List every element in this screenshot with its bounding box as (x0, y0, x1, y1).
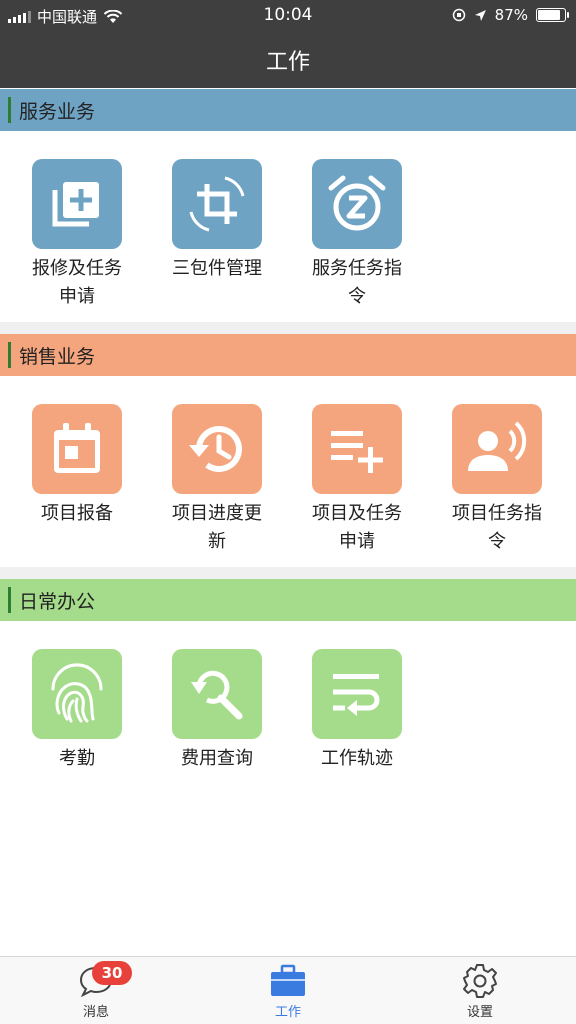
tab-label: 工作 (274, 1005, 301, 1020)
section-accent-bar (8, 342, 11, 368)
tile-project-task-request[interactable]: 项目及任务 申请 (297, 404, 417, 556)
tile-label: 项目进度更新 (172, 503, 262, 552)
battery-percent: 87% (494, 6, 528, 24)
section-accent-bar (8, 587, 11, 613)
section-accent-bar (8, 97, 11, 123)
tile-warranty-parts-management[interactable]: 三包件管理 (157, 159, 277, 283)
alarm-snooze-icon (312, 159, 402, 249)
tile-label: 三包件管理 (172, 258, 262, 279)
history-icon (172, 404, 262, 494)
crop-rotate-icon (172, 159, 262, 249)
tile-project-task-command[interactable]: 项目任务指令 (437, 404, 557, 556)
tile-label: 费用查询 (181, 748, 253, 769)
tile-label: 报修及任务 申请 (32, 258, 122, 307)
orientation-lock-icon (452, 8, 465, 22)
unread-badge: 30 (92, 961, 132, 985)
battery-icon (536, 8, 569, 22)
section-header-office: 日常办公 (0, 579, 576, 621)
tab-settings[interactable]: 设置 (420, 957, 540, 1024)
section-divider (0, 567, 576, 579)
tab-label: 消息 (82, 1005, 109, 1020)
status-bar: 中国联通 10:04 87% (0, 0, 576, 30)
tab-work[interactable]: 工作 (228, 957, 348, 1024)
gear-icon (463, 964, 497, 998)
tile-label: 项目及任务 申请 (312, 503, 402, 552)
page-title: 工作 (265, 50, 310, 75)
search-refresh-icon (172, 649, 262, 739)
record-voice-icon (452, 404, 542, 494)
tile-label: 项目任务指令 (452, 503, 542, 552)
tile-label: 工作轨迹 (321, 748, 393, 769)
tile-attendance[interactable]: 考勤 (17, 649, 137, 773)
wrap-text-icon (312, 649, 402, 739)
section-title: 服务业务 (19, 100, 96, 123)
section-title: 日常办公 (19, 590, 96, 613)
tile-label: 项目报备 (41, 503, 113, 524)
tile-project-filing[interactable]: 项目报备 (17, 404, 137, 528)
tile-label: 服务任务指令 (312, 258, 402, 307)
location-arrow-icon (474, 9, 486, 21)
playlist-add-icon (312, 404, 402, 494)
bottom-tab-bar: 30 消息 工作 设置 (0, 956, 576, 1024)
add-copy-icon (32, 159, 122, 249)
tile-repair-task-request[interactable]: 报修及任务 申请 (17, 159, 137, 311)
section-title: 销售业务 (19, 345, 96, 368)
tab-messages[interactable]: 30 消息 (36, 957, 156, 1024)
top-bar: 中国联通 10:04 87% 工作 (0, 0, 576, 88)
tile-service-task-command[interactable]: 服务任务指令 (297, 159, 417, 311)
tile-project-progress-update[interactable]: 项目进度更新 (157, 404, 277, 556)
section-header-service: 服务业务 (0, 89, 576, 131)
tile-expense-query[interactable]: 费用查询 (157, 649, 277, 773)
calendar-icon (32, 404, 122, 494)
briefcase-icon (271, 964, 305, 996)
tab-label: 设置 (466, 1005, 493, 1020)
fingerprint-icon (32, 649, 122, 739)
section-header-sales: 销售业务 (0, 334, 576, 376)
tile-work-track[interactable]: 工作轨迹 (297, 649, 417, 773)
tile-label: 考勤 (59, 748, 95, 769)
section-divider (0, 322, 576, 334)
